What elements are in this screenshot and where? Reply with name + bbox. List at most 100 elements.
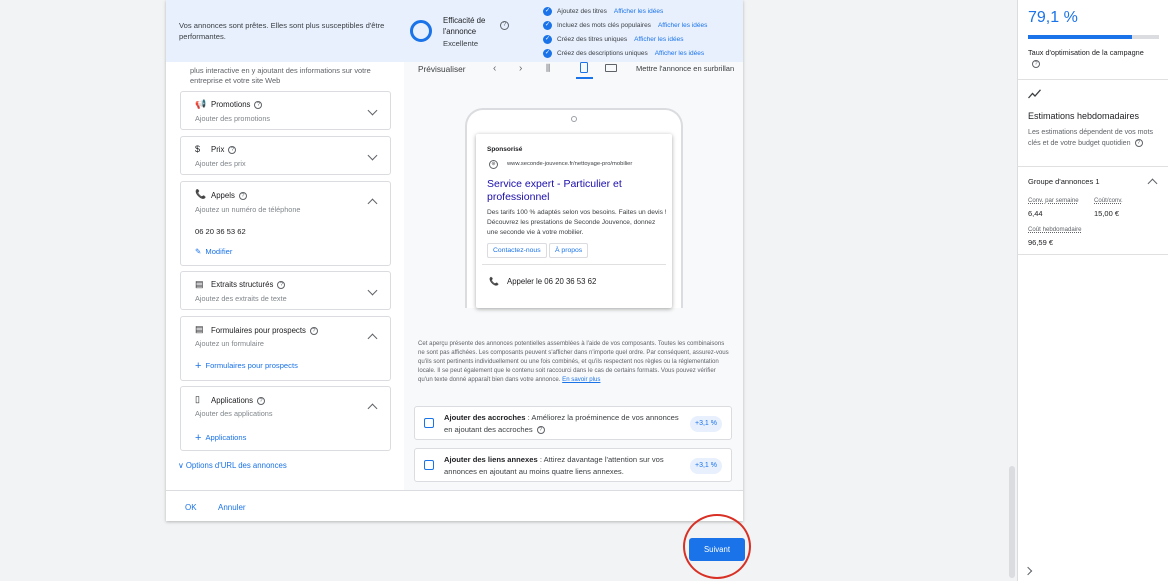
help-icon[interactable]: ? (238, 192, 247, 200)
columns-icon[interactable]: ⫼ (546, 63, 550, 74)
chevron-right-icon[interactable] (1023, 566, 1033, 576)
metric-value: 6,44 (1028, 209, 1043, 218)
prices-card[interactable]: $ Prix? Ajouter des prix (180, 136, 391, 175)
show-ideas-link[interactable]: Afficher les idées (634, 36, 683, 43)
calendar-icon (424, 418, 434, 428)
help-icon[interactable]: ? (1032, 60, 1040, 68)
help-icon[interactable]: ? (228, 146, 237, 154)
call-extension: Appeler le 06 20 36 53 62 (507, 277, 597, 286)
desktop-view-icon[interactable] (605, 64, 617, 72)
pencil-icon: ✎ (195, 247, 202, 256)
ad-display-url: www.seconde-jouvence.fr/nettoyage-pro/mo… (507, 161, 633, 167)
lead-forms-subtitle: Ajoutez un formulaire (195, 339, 264, 348)
checklist-label: Créez des titres uniques (557, 35, 628, 43)
suggestion-card[interactable]: Ajouter des accroches : Améliorez la pro… (414, 406, 732, 440)
checklist-item: ✓ Créez des descriptions uniques Affiche… (543, 47, 704, 59)
optimization-sidebar: 79,1 % Taux d'optimisation de la campagn… (1017, 0, 1168, 581)
url-options-toggle[interactable]: ∨ Options d'URL des annonces (178, 461, 287, 470)
chevron-down-icon[interactable] (367, 105, 378, 116)
calls-subtitle: Ajoutez un numéro de téléphone (195, 205, 301, 214)
apps-title: Applications (211, 396, 254, 405)
document-icon: ▤ (195, 279, 204, 289)
previous-arrow-icon[interactable]: ‹ (493, 63, 496, 74)
plus-icon: + (195, 360, 202, 372)
help-icon[interactable]: ? (254, 101, 263, 109)
uplift-badge: +3,1 % (690, 458, 722, 474)
prices-title: Prix (211, 145, 225, 154)
chevron-down-icon: ∨ (178, 461, 184, 470)
cancel-button[interactable]: Annuler (218, 503, 246, 512)
dollar-icon: $ (195, 144, 201, 154)
divider (1018, 166, 1168, 167)
add-lead-form-link[interactable]: + Formulaires pour prospects (195, 360, 298, 372)
divider (1018, 254, 1168, 255)
ad-strength-banner: Vos annonces sont prêtes. Elles sont plu… (166, 0, 743, 62)
chevron-down-icon[interactable] (367, 150, 378, 161)
show-ideas-link[interactable]: Afficher les idées (655, 50, 704, 57)
ad-strength-level: Excellente (443, 39, 479, 48)
checklist-label: Créez des descriptions uniques (557, 49, 648, 57)
chevron-up-icon[interactable] (367, 198, 378, 209)
extensions-intro: plus interactive en y ajoutant des infor… (190, 66, 371, 85)
chevron-up-icon[interactable] (367, 333, 378, 344)
preview-disclaimer: Cet aperçu présente des annonces potenti… (418, 340, 729, 383)
add-app-link[interactable]: + Applications (195, 432, 246, 444)
suggestion-card[interactable]: Ajouter des liens annexes : Attirez dava… (414, 448, 732, 482)
calls-title: Appels (211, 191, 235, 200)
next-arrow-icon[interactable]: › (519, 63, 522, 74)
ad-strength-ring-icon (410, 20, 432, 42)
checklist-item: ✓ Incluez des mots clés populaires Affic… (543, 19, 707, 31)
help-icon[interactable]: ? (536, 426, 545, 434)
chevron-up-icon[interactable] (367, 403, 378, 414)
apps-subtitle: Ajouter des applications (195, 409, 273, 418)
metric-label: Coût/conv. (1094, 197, 1123, 204)
checklist-item: ✓ Ajoutez des titres Afficher les idées (543, 5, 663, 17)
show-ideas-link[interactable]: Afficher les idées (658, 22, 707, 29)
phone-icon: 📞 (195, 189, 207, 199)
phone-preview-frame: Sponsorisé ⊕ www.seconde-jouvence.fr/net… (465, 108, 683, 308)
prices-subtitle: Ajouter des prix (195, 159, 246, 168)
sitelink-chip: Contactez-nous (487, 243, 547, 258)
learn-more-link[interactable]: En savoir plus (562, 376, 600, 383)
ad-headline: Service expert - Particulier et professi… (487, 178, 622, 203)
help-icon[interactable]: ? (309, 327, 318, 335)
chevron-up-icon[interactable] (1147, 178, 1158, 189)
suggestion-title: Ajouter des accroches (444, 413, 526, 422)
check-icon: ✓ (543, 34, 552, 44)
mobile-app-icon: ▯ (195, 394, 200, 404)
show-ideas-link[interactable]: Afficher les idées (614, 8, 663, 15)
chevron-down-icon[interactable] (367, 285, 378, 296)
edit-call-link[interactable]: ✎ Modifier (195, 247, 232, 256)
help-icon[interactable]: ? (277, 281, 286, 289)
scrollbar[interactable] (1009, 466, 1015, 578)
dialog-footer: OK Annuler (166, 490, 743, 521)
mobile-view-icon[interactable] (580, 62, 588, 73)
structured-snippets-title: Extraits structurés (211, 280, 274, 289)
promotions-card[interactable]: 📢 Promotions? Ajouter des promotions (180, 91, 391, 130)
globe-icon: ⊕ (489, 160, 498, 169)
plus-icon: + (195, 432, 202, 444)
help-icon[interactable]: ? (257, 397, 266, 405)
trending-icon (1028, 89, 1041, 99)
calls-card: 📞 Appels? Ajoutez un numéro de téléphone… (180, 181, 391, 266)
ad-editor-dialog: Vos annonces sont prêtes. Elles sont plu… (166, 0, 743, 521)
banner-message: Vos annonces sont prêtes. Elles sont plu… (179, 21, 385, 41)
highlight-ad-label: Mettre l'annonce en surbrillan (636, 64, 735, 73)
form-icon: ▤ (195, 324, 204, 334)
weekly-estimates-title: Estimations hebdomadaires (1028, 111, 1140, 121)
checklist-item: ✓ Créez des titres uniques Afficher les … (543, 33, 683, 45)
annotation-circle (683, 514, 751, 579)
divider (482, 264, 666, 265)
ok-button[interactable]: OK (185, 503, 197, 512)
help-icon[interactable]: ? (500, 21, 509, 30)
preview-label: Prévisualiser (418, 64, 466, 74)
ad-description: Des tarifs 100 % adaptés selon vos besoi… (487, 209, 667, 236)
structured-snippets-card[interactable]: ▤ Extraits structurés? Ajoutez des extra… (180, 271, 391, 310)
check-icon: ✓ (543, 6, 552, 16)
megaphone-icon: 📢 (195, 99, 207, 109)
help-icon[interactable]: ? (1134, 139, 1143, 147)
optimization-progress-bar (1028, 35, 1159, 39)
lead-forms-title: Formulaires pour prospects (211, 326, 306, 335)
structured-snippets-subtitle: Ajoutez des extraits de texte (195, 294, 287, 303)
metric-value: 96,59 € (1028, 238, 1054, 247)
